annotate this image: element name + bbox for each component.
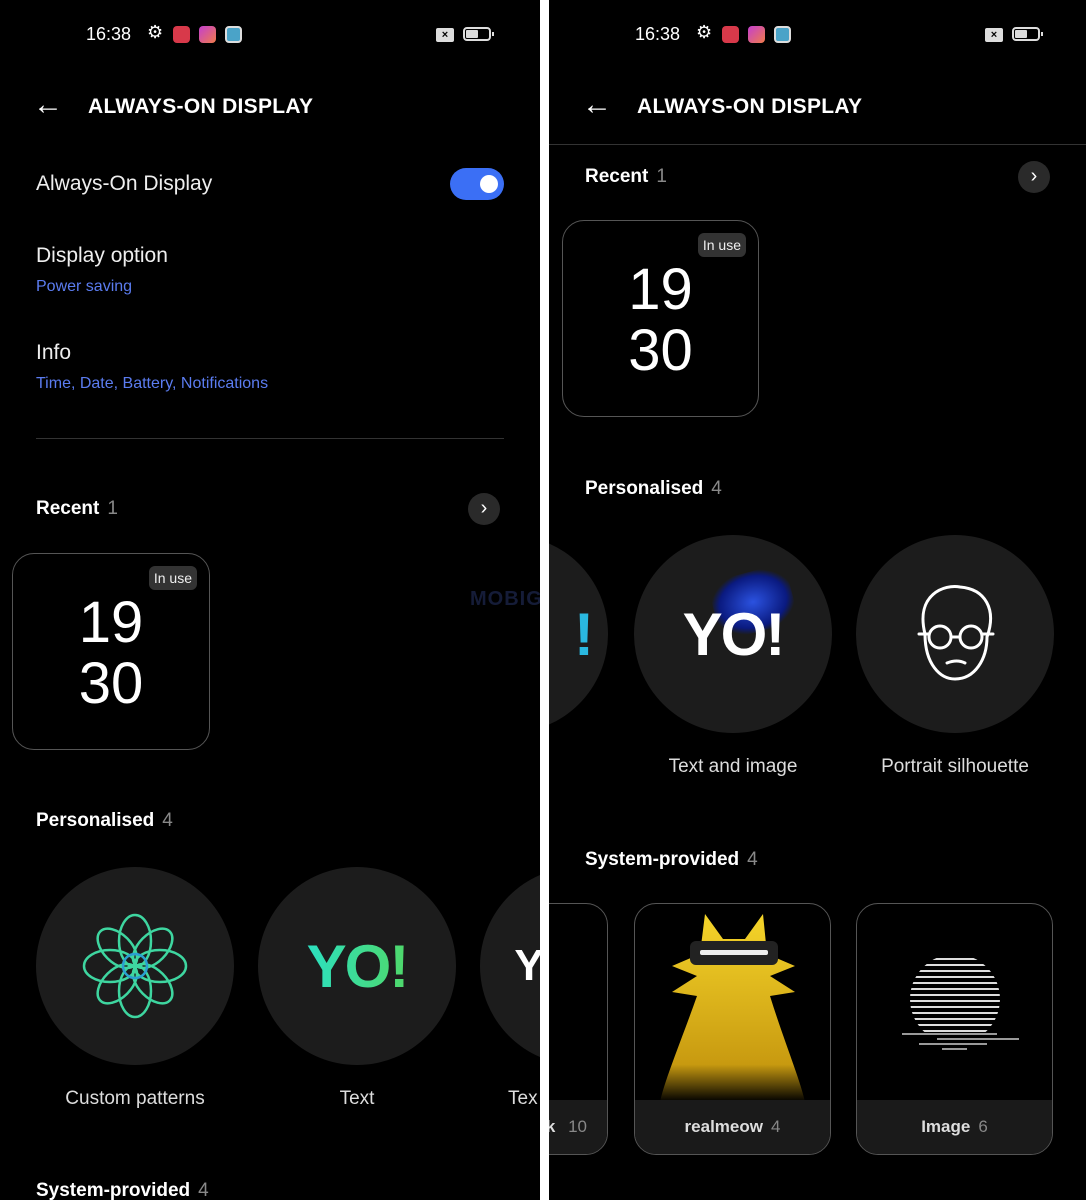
card-count: 6: [978, 1117, 988, 1136]
system-card-label: k 10: [549, 1100, 607, 1154]
portrait-face-icon: [917, 585, 995, 681]
recent-heading: Recent 1: [36, 498, 118, 520]
recent-card[interactable]: In use 19 30: [12, 553, 210, 750]
personalised-heading: Personalised 4: [36, 810, 173, 832]
arrow-left-icon[interactable]: ←: [33, 88, 63, 122]
custom-patterns-item[interactable]: [36, 867, 234, 1065]
yo-text-art: YO!: [682, 600, 786, 668]
clock-hour: 19: [628, 257, 693, 322]
teal-app-icon: [225, 26, 242, 43]
system-heading: System-provided 4: [36, 1180, 209, 1200]
card-title: Image: [921, 1117, 971, 1136]
image-label: Image 6: [857, 1100, 1052, 1154]
battery-icon: [463, 27, 494, 41]
info-label: Info: [36, 341, 72, 364]
recent-card[interactable]: In use 19 30: [562, 220, 759, 417]
clock-minute: 30: [78, 651, 144, 716]
personalised-heading: Personalised 4: [585, 478, 722, 500]
custom-patterns-label: Custom patterns: [65, 1088, 205, 1109]
toggle-knob: [480, 175, 498, 193]
close-box-icon: ×: [985, 28, 1003, 42]
battery-icon: [1012, 27, 1043, 41]
recent-count: 1: [656, 166, 667, 187]
display-option-label: Display option: [36, 244, 168, 267]
gear-icon: ⚙: [696, 22, 713, 42]
arrow-left-icon[interactable]: ←: [582, 88, 612, 122]
recent-heading: Recent 1: [585, 166, 667, 188]
realmeow-card[interactable]: realmeow 4: [634, 903, 831, 1155]
aod-label: Always-On Display: [36, 172, 213, 195]
chevron-right-icon[interactable]: ›: [468, 493, 500, 525]
recent-label: Recent: [585, 166, 649, 187]
text-item-partial[interactable]: !: [549, 535, 608, 733]
system-card-partial[interactable]: k 10: [549, 903, 608, 1155]
header-divider: [549, 144, 1086, 145]
red-app-icon: [173, 26, 190, 43]
gear-icon: ⚙: [147, 22, 164, 42]
info-row[interactable]: Info Time, Date, Battery, Notifications: [36, 341, 268, 393]
card-title: k: [549, 1117, 555, 1136]
pink-app-icon: [748, 26, 765, 43]
page-title: ALWAYS-ON DISPLAY: [637, 95, 863, 118]
display-option-value: Power saving: [36, 278, 133, 295]
chevron-right-icon[interactable]: ›: [1018, 161, 1050, 193]
realmeow-cat-image: [660, 914, 805, 1102]
recent-count: 1: [107, 498, 118, 519]
portrait-silhouette-item[interactable]: [856, 535, 1054, 733]
card-count: 10: [568, 1117, 587, 1136]
teal-app-icon: [774, 26, 791, 43]
card-count: 4: [770, 1117, 781, 1136]
status-time: 16:38: [86, 24, 132, 44]
status-time: 16:38: [635, 24, 681, 44]
system-count: 4: [747, 849, 758, 870]
recent-label: Recent: [36, 498, 100, 519]
right-screen: 16:38 ⚙ × ← ALWAYS-ON DISPLAY Recent 1 › …: [549, 0, 1086, 1200]
text-and-image-label-partial: Tex: [508, 1088, 538, 1109]
personalised-count: 4: [162, 810, 173, 831]
portrait-silhouette-label: Portrait silhouette: [881, 756, 1029, 777]
aod-toggle[interactable]: [450, 168, 504, 200]
watermark: MOBIGYAAN: [470, 588, 540, 610]
personalised-label: Personalised: [36, 810, 155, 831]
text-label: Text: [339, 1088, 375, 1109]
text-and-image-item[interactable]: YO!: [634, 535, 832, 733]
yo-text-art: YO!: [306, 932, 410, 1000]
divider: [36, 438, 504, 439]
card-title: realmeow: [684, 1117, 763, 1136]
personalised-count: 4: [711, 478, 722, 499]
in-use-badge: In use: [148, 566, 197, 590]
page-title: ALWAYS-ON DISPLAY: [88, 95, 314, 118]
striped-sun-image: [902, 958, 1019, 1050]
clock-hour: 19: [78, 590, 144, 655]
system-label: System-provided: [36, 1180, 191, 1200]
system-label: System-provided: [585, 849, 740, 870]
realmeow-label: realmeow 4: [635, 1100, 830, 1154]
personalised-label: Personalised: [585, 478, 704, 499]
close-box-icon: ×: [436, 28, 454, 42]
clock-minute: 30: [628, 318, 693, 383]
system-heading: System-provided 4: [585, 849, 758, 871]
text-and-image-item-partial[interactable]: Y: [480, 867, 540, 1065]
flower-pattern-icon: [82, 913, 188, 1019]
text-and-image-label: Text and image: [668, 756, 798, 777]
in-use-badge: In use: [697, 233, 746, 257]
pink-app-icon: [199, 26, 216, 43]
text-item[interactable]: YO!: [258, 867, 456, 1065]
image-card[interactable]: Image 6: [856, 903, 1053, 1155]
system-count: 4: [198, 1180, 209, 1200]
red-app-icon: [722, 26, 739, 43]
info-value: Time, Date, Battery, Notifications: [36, 375, 269, 392]
display-option-row[interactable]: Display option Power saving: [36, 244, 168, 296]
aod-toggle-row[interactable]: Always-On Display: [36, 168, 504, 210]
left-screen: 16:38 ⚙ × ← ALWAYS-ON DISPLAY Always-On …: [0, 0, 540, 1200]
